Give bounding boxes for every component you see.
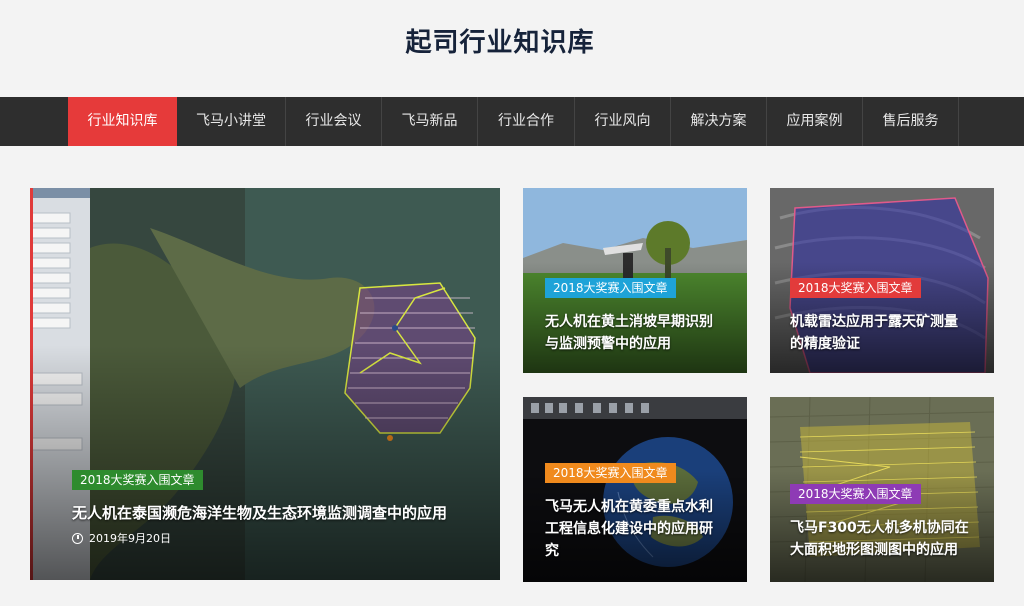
card-title-line: 工程信息化建设中的应用研 (545, 521, 713, 537)
nav-item-feima-lecture[interactable]: 飞马小讲堂 (177, 97, 286, 146)
card-title-line: 飞马F300无人机多机协同在 (790, 520, 969, 536)
nav-item-industry-knowledge[interactable]: 行业知识库 (68, 97, 177, 146)
card-title[interactable]: 无人机在黄土消坡早期识别 与监测预警中的应用 (545, 311, 740, 355)
card-title-line: 无人机在黄土消坡早期识别 (545, 314, 713, 330)
article-card-water-conservancy[interactable]: 2018大奖赛入围文章 飞马无人机在黄委重点水利 工程信息化建设中的应用研 究 (523, 397, 747, 582)
featured-date-row: 2019年9月20日 (72, 530, 171, 546)
nav-item-industry-trend[interactable]: 行业风向 (575, 97, 671, 146)
card-title-line: 大面积地形图测图中的应用 (790, 542, 958, 558)
featured-title[interactable]: 无人机在泰国濒危海洋生物及生态环境监测调查中的应用 (72, 502, 492, 524)
card-title-line: 与监测预警中的应用 (545, 336, 671, 352)
card-badge: 2018大奖赛入围文章 (545, 278, 676, 298)
card-title-line: 的精度验证 (790, 336, 860, 352)
main-nav: 行业知识库 飞马小讲堂 行业会议 飞马新品 行业合作 行业风向 解决方案 应用案… (0, 97, 1024, 146)
nav-item-industry-cooperation[interactable]: 行业合作 (478, 97, 575, 146)
card-title[interactable]: 飞马F300无人机多机协同在 大面积地形图测图中的应用 (790, 517, 990, 561)
card-title-line: 机载雷达应用于露天矿测量 (790, 314, 958, 330)
page-title: 起司行业知识库 (405, 28, 595, 58)
nav-item-new-products[interactable]: 飞马新品 (382, 97, 478, 146)
card-title-line: 究 (545, 543, 559, 559)
card-badge: 2018大奖赛入围文章 (545, 463, 676, 483)
nav-item-industry-meeting[interactable]: 行业会议 (286, 97, 382, 146)
card-title-line: 飞马无人机在黄委重点水利 (545, 499, 713, 515)
nav-item-application-cases[interactable]: 应用案例 (767, 97, 863, 146)
featured-article-card[interactable]: 2018大奖赛入围文章 无人机在泰国濒危海洋生物及生态环境监测调查中的应用 20… (30, 188, 500, 580)
article-card-loess-landslide[interactable]: 2018大奖赛入围文章 无人机在黄土消坡早期识别 与监测预警中的应用 (523, 188, 747, 373)
featured-date: 2019年9月20日 (89, 532, 171, 545)
card-title[interactable]: 飞马无人机在黄委重点水利 工程信息化建设中的应用研 究 (545, 496, 740, 562)
article-card-mine-lidar[interactable]: 2018大奖赛入围文章 机载雷达应用于露天矿测量 的精度验证 (770, 188, 994, 373)
clock-icon (72, 532, 83, 544)
nav-item-solutions[interactable]: 解决方案 (671, 97, 767, 146)
card-badge: 2018大奖赛入围文章 (790, 278, 921, 298)
featured-badge: 2018大奖赛入围文章 (72, 470, 203, 490)
article-card-f300-mapping[interactable]: 2018大奖赛入围文章 飞马F300无人机多机协同在 大面积地形图测图中的应用 (770, 397, 994, 582)
nav-item-after-sales[interactable]: 售后服务 (863, 97, 959, 146)
card-badge: 2018大奖赛入围文章 (790, 484, 921, 504)
card-title[interactable]: 机载雷达应用于露天矿测量 的精度验证 (790, 311, 990, 355)
